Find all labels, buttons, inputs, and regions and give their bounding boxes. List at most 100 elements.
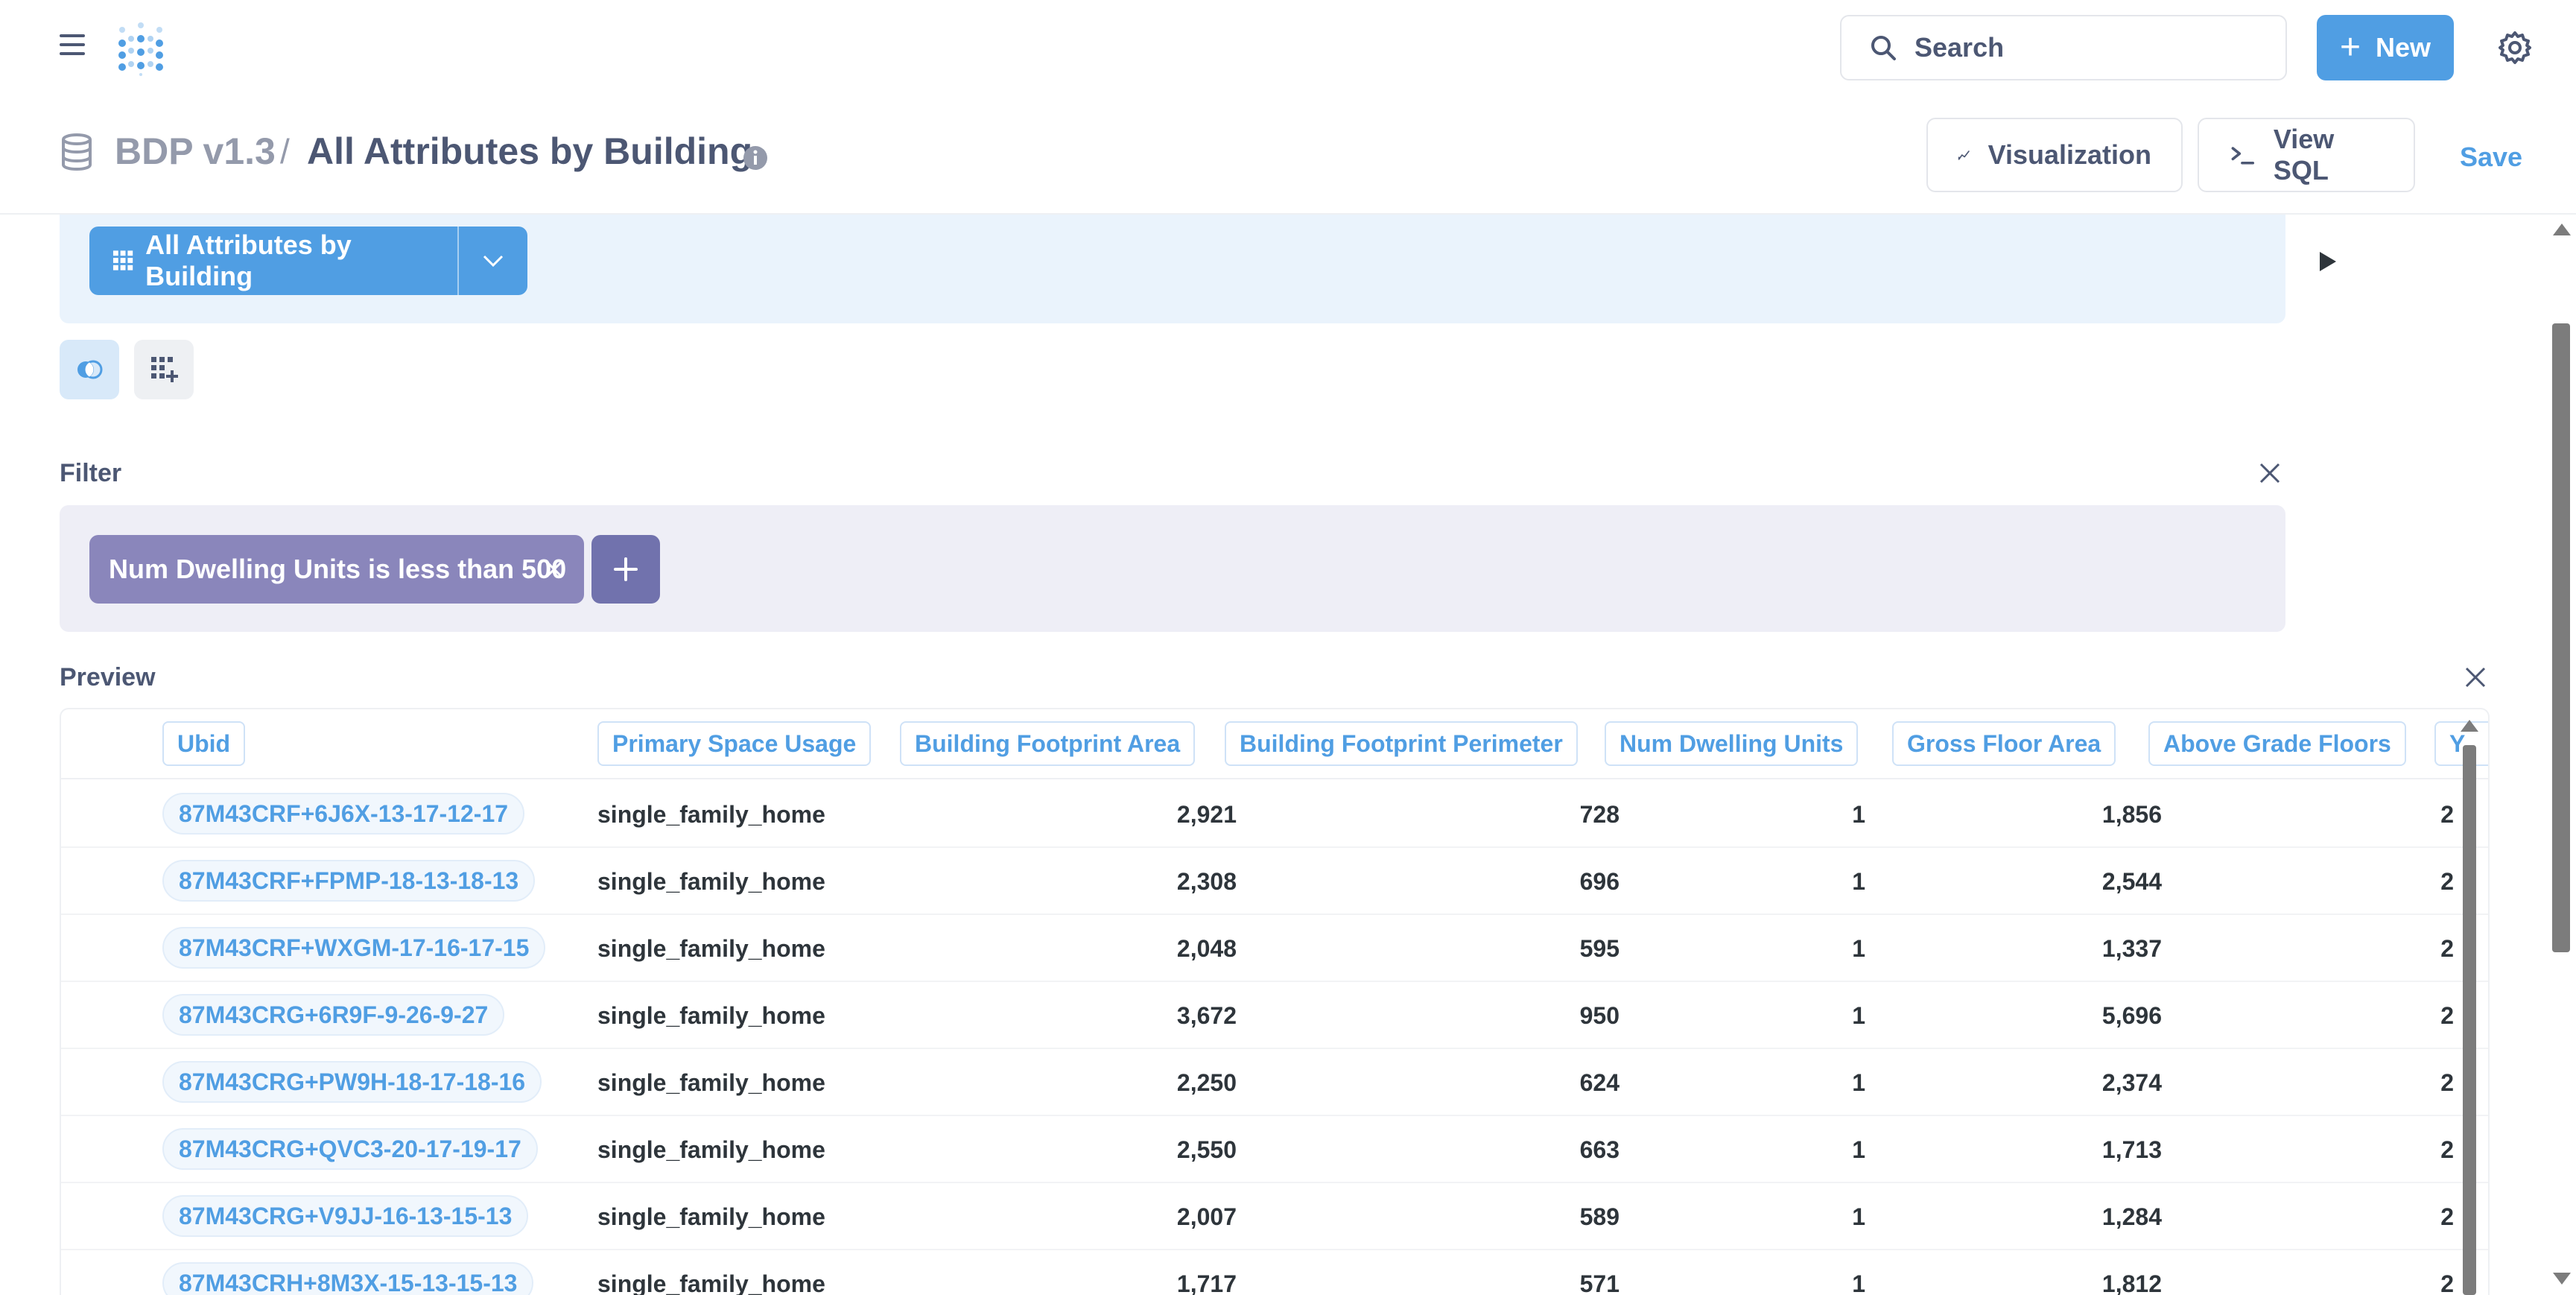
table-row: 87M43CRG+PW9H-18-17-18-16 single_family_h…: [61, 1049, 2488, 1116]
remove-filter-icon[interactable]: [544, 559, 565, 580]
join-icon: [77, 360, 103, 379]
terminal-icon: [2231, 147, 2255, 165]
data-source-label: All Attributes by Building: [145, 229, 352, 291]
data-source-button[interactable]: All Attributes by Building: [89, 227, 457, 295]
visualization-label: Visualization: [1987, 139, 2151, 170]
view-sql-button[interactable]: View SQL: [2198, 118, 2415, 192]
page-scroll-up-arrow[interactable]: [2553, 224, 2571, 235]
footprint-perimeter-cell: 589: [1579, 1203, 1619, 1230]
dwelling-units-cell: 1: [1852, 1270, 1865, 1295]
logo[interactable]: [113, 21, 168, 76]
dwelling-units-cell: 1: [1852, 934, 1865, 962]
table-header: Ubid Primary Space Usage Building Footpr…: [61, 709, 2488, 779]
footprint-area-cell: 1,717: [1176, 1270, 1237, 1295]
table-row: 87M43CRG+QVC3-20-17-19-17 single_family_h…: [61, 1116, 2488, 1183]
gross-floor-area-cell: 1,337: [2101, 934, 2162, 962]
footprint-area-cell: 2,550: [1176, 1136, 1237, 1163]
filter-pill[interactable]: Num Dwelling Units is less than 500: [89, 535, 584, 604]
filter-box: Num Dwelling Units is less than 500: [60, 505, 2285, 632]
new-button[interactable]: + New: [2317, 15, 2454, 80]
above-grade-floors-cell: 2: [2440, 1001, 2454, 1029]
dwelling-units-cell: 1: [1852, 1203, 1865, 1230]
above-grade-floors-cell: 2: [2440, 800, 2454, 828]
join-button[interactable]: [60, 340, 119, 399]
table-row: 87M43CRF+FPMP-18-13-18-13 single_family_h…: [61, 848, 2488, 915]
column-header-building-footprint-perimeter[interactable]: Building Footprint Perimeter: [1225, 721, 1578, 766]
gross-floor-area-cell: 1,713: [2101, 1136, 2162, 1163]
page-scroll-thumb[interactable]: [2552, 323, 2570, 952]
primary-space-usage-cell: single_family_home: [597, 1270, 825, 1295]
data-source-dropdown[interactable]: [459, 227, 527, 295]
close-icon[interactable]: [2257, 460, 2282, 486]
footprint-perimeter-cell: 624: [1579, 1068, 1619, 1096]
preview-table: Ubid Primary Space Usage Building Footpr…: [60, 708, 2490, 1295]
column-header-num-dwelling-units[interactable]: Num Dwelling Units: [1605, 721, 1859, 766]
above-grade-floors-cell: 2: [2440, 934, 2454, 962]
close-icon[interactable]: [2463, 665, 2488, 690]
ubid-cell[interactable]: 87M43CRF+WXGM-17-16-17-15: [162, 927, 546, 969]
breadcrumb-database[interactable]: BDP v1.3: [115, 130, 276, 173]
footprint-perimeter-cell: 595: [1579, 934, 1619, 962]
save-button[interactable]: Save: [2460, 142, 2522, 173]
plus-icon: [614, 557, 638, 581]
footprint-perimeter-cell: 663: [1579, 1136, 1619, 1163]
footprint-area-cell: 3,672: [1176, 1001, 1237, 1029]
custom-column-button[interactable]: [134, 340, 194, 399]
visualization-button[interactable]: Visualization: [1926, 118, 2183, 192]
footprint-perimeter-cell: 728: [1579, 800, 1619, 828]
column-header-gross-floor-area[interactable]: Gross Floor Area: [1892, 721, 2116, 766]
filter-label: Filter: [60, 459, 122, 487]
search-bar[interactable]: Search: [1840, 15, 2287, 80]
primary-space-usage-cell: single_family_home: [597, 800, 825, 828]
table-scroll-thumb[interactable]: [2463, 745, 2476, 1295]
ubid-cell[interactable]: 87M43CRF+FPMP-18-13-18-13: [162, 860, 536, 902]
dwelling-units-cell: 1: [1852, 1001, 1865, 1029]
play-icon[interactable]: [2318, 250, 2338, 273]
ubid-cell[interactable]: 87M43CRF+6J6X-13-17-12-17: [162, 793, 525, 835]
table-row: 87M43CRF+6J6X-13-17-12-17 single_family_h…: [61, 781, 2488, 848]
column-header-primary-space-usage[interactable]: Primary Space Usage: [597, 721, 872, 766]
page-scrollbar[interactable]: [2548, 216, 2576, 1295]
column-header-ubid[interactable]: Ubid: [162, 721, 246, 766]
above-grade-floors-cell: 2: [2440, 867, 2454, 895]
gross-floor-area-cell: 1,284: [2101, 1203, 2162, 1230]
ubid-cell[interactable]: 87M43CRG+V9JJ-16-13-15-13: [162, 1195, 529, 1237]
view-sql-label: View SQL: [2273, 124, 2335, 186]
primary-space-usage-cell: single_family_home: [597, 867, 825, 895]
search-placeholder: Search: [1914, 32, 2005, 63]
column-header-above-grade-floors[interactable]: Above Grade Floors: [2148, 721, 2406, 766]
primary-space-usage-cell: single_family_home: [597, 1136, 825, 1163]
primary-space-usage-cell: single_family_home: [597, 934, 825, 962]
filter-pill-label: Num Dwelling Units is less than 500: [109, 554, 567, 584]
page-scroll-down-arrow[interactable]: [2553, 1273, 2571, 1285]
footprint-area-cell: 2,921: [1176, 800, 1237, 828]
gross-floor-area-cell: 1,812: [2101, 1270, 2162, 1295]
table-row: 87M43CRG+6R9F-9-26-9-27 single_family_hom…: [61, 982, 2488, 1049]
info-icon[interactable]: [742, 145, 769, 171]
ubid-cell[interactable]: 87M43CRG+QVC3-20-17-19-17: [162, 1128, 538, 1170]
add-column-icon: [151, 357, 178, 382]
page-title[interactable]: All Attributes by Building: [307, 130, 752, 173]
gear-icon[interactable]: [2497, 30, 2533, 66]
dwelling-units-cell: 1: [1852, 800, 1865, 828]
table-row: 87M43CRG+V9JJ-16-13-15-13 single_family_h…: [61, 1183, 2488, 1250]
table-scrollbar[interactable]: [2460, 720, 2479, 1295]
data-step: All Attributes by Building: [60, 215, 2285, 323]
scroll-up-arrow[interactable]: [2461, 720, 2478, 732]
hamburger-icon[interactable]: [60, 34, 85, 55]
above-grade-floors-cell: 2: [2440, 1068, 2454, 1096]
gross-floor-area-cell: 1,856: [2101, 800, 2162, 828]
gross-floor-area-cell: 5,696: [2101, 1001, 2162, 1029]
column-header-building-footprint-area[interactable]: Building Footprint Area: [900, 721, 1196, 766]
primary-space-usage-cell: single_family_home: [597, 1203, 825, 1230]
database-icon: [62, 133, 92, 171]
ubid-cell[interactable]: 87M43CRH+8M3X-15-13-15-13: [162, 1262, 534, 1295]
add-filter-button[interactable]: [591, 535, 660, 604]
dwelling-units-cell: 1: [1852, 1136, 1865, 1163]
search-icon: [1871, 36, 1896, 60]
primary-space-usage-cell: single_family_home: [597, 1001, 825, 1029]
ubid-cell[interactable]: 87M43CRG+PW9H-18-17-18-16: [162, 1061, 542, 1103]
primary-space-usage-cell: single_family_home: [597, 1068, 825, 1096]
ubid-cell[interactable]: 87M43CRG+6R9F-9-26-9-27: [162, 994, 505, 1036]
dwelling-units-cell: 1: [1852, 1068, 1865, 1096]
